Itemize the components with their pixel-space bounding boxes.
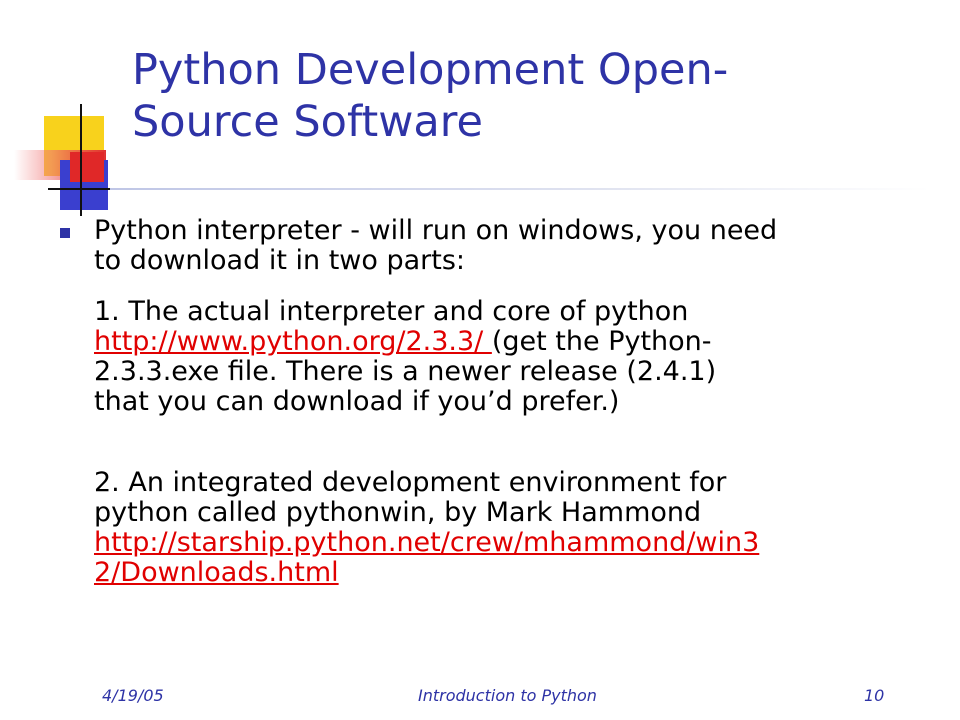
slide: Python Development Open- Source Software… bbox=[0, 0, 960, 720]
part1-line-3: 2.3.3.exe file. There is a newer release… bbox=[94, 356, 717, 387]
footer-date: 4/19/05 bbox=[102, 686, 164, 705]
python-org-link[interactable]: http://www.python.org/2.3.3/ bbox=[94, 326, 492, 357]
part1-paragraph: 1. The actual interpreter and core of py… bbox=[94, 297, 944, 417]
bullet-square-icon bbox=[60, 228, 70, 238]
decor-red-square bbox=[70, 152, 104, 182]
footer-title: Introduction to Python bbox=[418, 686, 597, 705]
decor-horizontal-line bbox=[48, 188, 118, 190]
part2-link-line-1: http://starship.python.net/crew/mhammond… bbox=[94, 528, 944, 558]
pythonwin-link-part-2[interactable]: 2/Downloads.html bbox=[94, 557, 339, 588]
bullet-line-2: to download it in two parts: bbox=[94, 245, 465, 276]
part1-line-2-rest: (get the Python- bbox=[491, 326, 712, 357]
part2-link-line-2: 2/Downloads.html bbox=[94, 558, 944, 588]
pythonwin-link-part-1[interactable]: http://starship.python.net/crew/mhammond… bbox=[94, 527, 759, 558]
slide-title-line-2: Source Software bbox=[132, 97, 483, 147]
slide-body: Python interpreter - will run on windows… bbox=[60, 215, 944, 588]
footer-page-number: 10 bbox=[864, 686, 885, 705]
slide-title: Python Development Open- Source Software bbox=[132, 44, 932, 148]
decor-vertical-line bbox=[80, 104, 82, 216]
bullet-paragraph: Python interpreter - will run on windows… bbox=[60, 215, 944, 276]
part2-paragraph: 2. An integrated development environment… bbox=[94, 468, 944, 588]
part1-line-2: http://www.python.org/2.3.3/ (get the Py… bbox=[94, 327, 944, 357]
bullet-line-1: Python interpreter - will run on windows… bbox=[94, 215, 778, 246]
part1-line-1: 1. The actual interpreter and core of py… bbox=[94, 296, 689, 327]
part2-line-1: 2. An integrated development environment… bbox=[94, 467, 727, 498]
part2-line-2: python called pythonwin, by Mark Hammond bbox=[94, 497, 702, 528]
title-underline-rule bbox=[110, 188, 930, 190]
part1-line-4: that you can download if you’d prefer.) bbox=[94, 386, 620, 417]
slide-title-line-1: Python Development Open- bbox=[132, 45, 729, 95]
